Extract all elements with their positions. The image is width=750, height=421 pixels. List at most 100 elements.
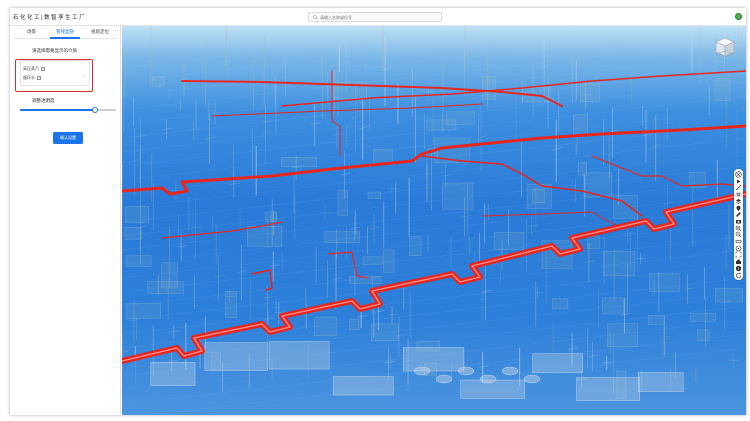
structure-beam xyxy=(602,361,613,363)
tab-view-location[interactable]: 视角定位 xyxy=(91,29,109,35)
equipment-frame xyxy=(367,191,382,199)
structure-beam xyxy=(122,350,129,353)
tank xyxy=(457,366,475,376)
medium-select-heading: 请选择需要显示的介质 xyxy=(32,48,77,53)
opacity-label: 调整透明度 xyxy=(32,98,55,103)
floor-grid-line xyxy=(122,179,746,251)
structure-beam xyxy=(568,347,579,350)
highlighted-pipeline xyxy=(181,80,563,107)
structure-beam xyxy=(272,306,283,308)
search-box[interactable] xyxy=(308,12,442,22)
equipment-frame xyxy=(532,188,545,203)
equipment-frame xyxy=(603,251,636,277)
equipment-frame xyxy=(697,329,710,341)
structure-beam xyxy=(374,310,385,313)
structure-beam xyxy=(177,245,188,248)
app-window: 石 化 化 工 | 数 智 孪 生 工 厂 场景 管线显隐 视角定位 ··· 请… xyxy=(10,8,746,415)
structure-beam xyxy=(623,232,634,234)
equipment-frame xyxy=(649,273,680,292)
equipment-frame xyxy=(152,76,165,87)
search-icon xyxy=(313,15,318,20)
foreground-building xyxy=(637,372,684,392)
viewcube-icon[interactable] xyxy=(714,36,736,58)
structure-beam xyxy=(204,110,215,112)
structure-beam xyxy=(263,318,274,320)
structure-beam xyxy=(478,365,489,368)
equipment-frame xyxy=(493,232,524,250)
equipment-frame xyxy=(349,318,360,331)
structure-beam xyxy=(660,338,671,341)
structure-beam xyxy=(167,360,178,362)
structure-beam xyxy=(380,67,392,72)
tank xyxy=(413,366,431,376)
equipment-frame xyxy=(125,255,152,267)
equipment-structures xyxy=(122,26,746,415)
equipment-frame xyxy=(714,78,731,101)
structure-beam xyxy=(130,158,141,163)
highlighted-pipeline xyxy=(211,103,483,117)
equipment-frame xyxy=(337,189,348,216)
structure-beam xyxy=(540,64,551,69)
tank xyxy=(501,366,519,376)
equipment-frame xyxy=(124,227,142,240)
tab-bar: 场景 管线显隐 视角定位 ··· xyxy=(13,26,118,39)
structure-beam xyxy=(310,122,321,125)
structure-beam xyxy=(351,114,362,119)
opacity-slider-thumb[interactable] xyxy=(91,106,98,113)
foreground-building xyxy=(403,347,465,372)
structure-beam xyxy=(205,136,216,140)
structure-beam xyxy=(269,264,280,267)
search-input[interactable] xyxy=(320,14,438,21)
top-bar: 石 化 化 工 | 数 智 孪 生 工 厂 xyxy=(10,8,746,26)
structure-beam xyxy=(722,120,733,124)
equipment-frame xyxy=(383,249,395,273)
equipment-frame xyxy=(587,235,600,249)
structure-beam xyxy=(385,360,397,362)
equipment-frame xyxy=(409,236,422,256)
equipment-frame xyxy=(602,297,625,315)
tank xyxy=(523,374,541,384)
structure-beam xyxy=(357,315,368,317)
structure-beam xyxy=(446,250,458,253)
floor-grid-line xyxy=(122,151,746,223)
opacity-slider-fill xyxy=(20,109,95,111)
confirm-settings-button[interactable]: 确认设置 xyxy=(53,132,83,144)
equipment-frame xyxy=(577,162,587,176)
structure-beam xyxy=(369,226,380,229)
equipment-frame xyxy=(583,172,612,198)
active-tab-indicator xyxy=(50,37,80,39)
foreground-building xyxy=(332,376,394,396)
structure-beam xyxy=(441,174,452,177)
tab-more-button[interactable]: ··· xyxy=(113,28,118,34)
structure-beam xyxy=(549,336,560,339)
opacity-slider[interactable] xyxy=(20,106,116,113)
refresh-icon[interactable] xyxy=(735,272,742,279)
foreground-building xyxy=(532,353,583,374)
structure-beam xyxy=(460,215,471,218)
floor-grid-line xyxy=(122,123,746,195)
viewport-toolbar xyxy=(734,169,743,280)
structure-beam xyxy=(683,287,694,290)
foreground-building xyxy=(268,341,330,370)
tab-scene[interactable]: 场景 xyxy=(27,29,36,35)
equipment-frame xyxy=(247,226,283,247)
floor-grid-line xyxy=(122,26,624,83)
structure-beam xyxy=(522,242,533,246)
structure-beam xyxy=(122,105,130,109)
structure-beam xyxy=(478,297,489,301)
structure-beam xyxy=(340,172,351,176)
equipment-frame xyxy=(370,323,400,341)
status-indicator[interactable] xyxy=(735,13,742,20)
equipment-frame xyxy=(324,231,360,244)
structure-beam xyxy=(229,182,240,185)
structure-beam xyxy=(302,314,313,317)
equipment-frame xyxy=(373,149,393,164)
structure-beam xyxy=(180,78,191,81)
structure-beam xyxy=(663,121,674,124)
plant-3d-model xyxy=(122,26,746,415)
3d-viewport[interactable] xyxy=(122,26,746,415)
tab-pipeline-visibility[interactable]: 管线显隐 xyxy=(56,29,74,35)
structure-beam xyxy=(278,260,289,263)
structure-beam xyxy=(332,133,343,136)
structure-beam xyxy=(387,188,398,190)
